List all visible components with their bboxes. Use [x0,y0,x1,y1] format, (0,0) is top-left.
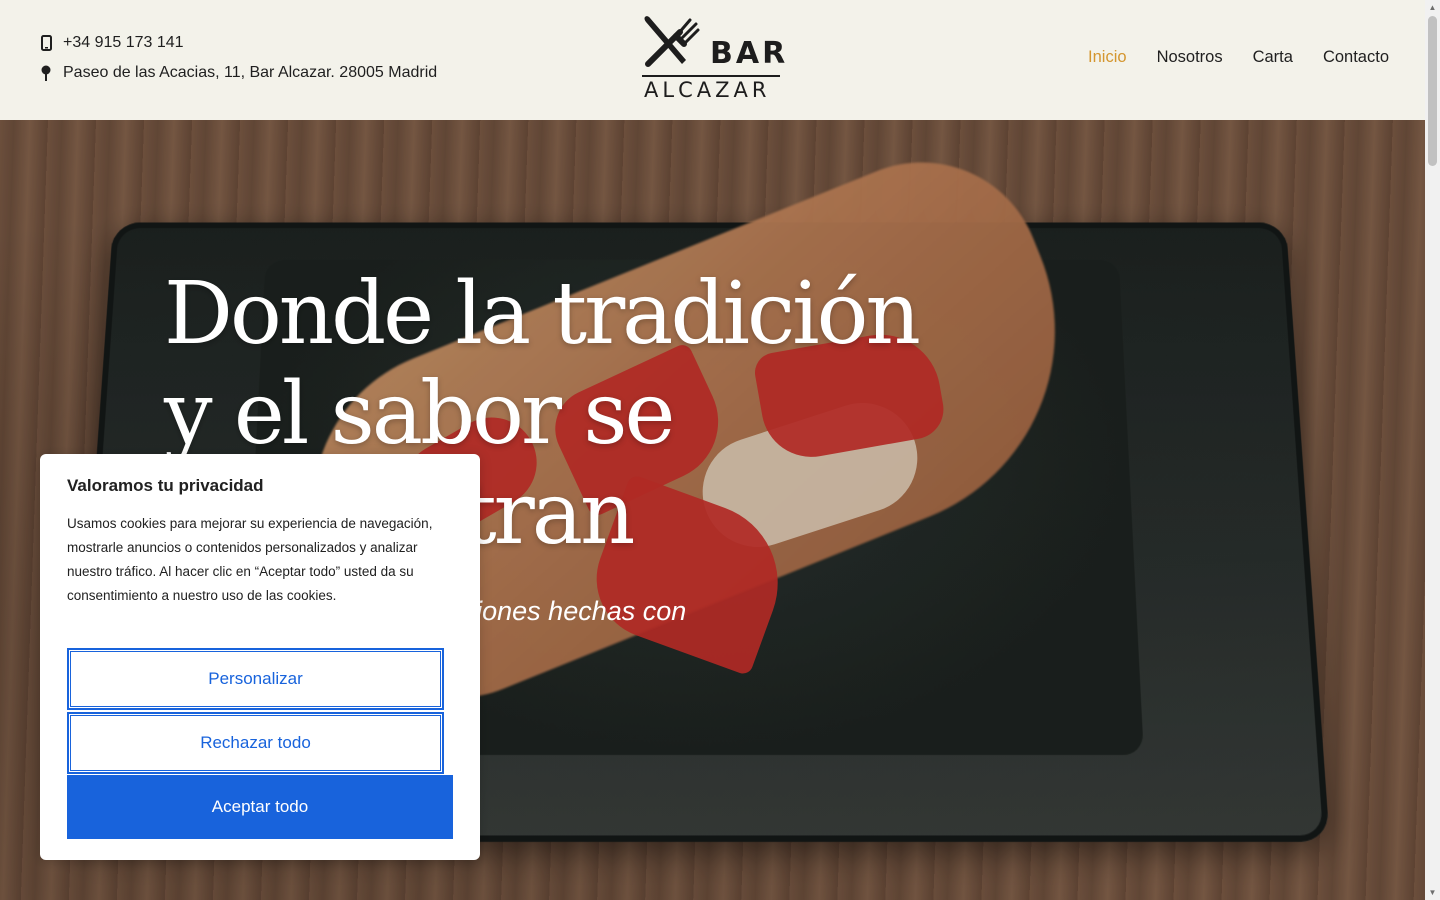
location-pin-icon [40,64,52,82]
nav-item-carta[interactable]: Carta [1253,48,1293,67]
address-text: Paseo de las Acacias, 11, Bar Alcazar. 2… [63,64,438,81]
logo-divider [642,75,780,77]
fork-knife-icon [644,16,700,67]
scrollbar-thumb[interactable] [1428,16,1437,166]
phone-number[interactable]: +34 915 173 141 [63,34,184,52]
scroll-up-arrow-icon[interactable]: ▲ [1425,0,1440,15]
address-line: Paseo de las Acacias, 11, Bar Alcazar. 2… [40,64,437,82]
cookie-title: Valoramos tu privacidad [67,476,264,495]
main-nav: Inicio Nosotros Carta Contacto [1088,48,1389,67]
accept-all-cookies-button[interactable]: Aceptar todo [67,775,453,839]
mobile-phone-icon [40,34,52,52]
scroll-down-arrow-icon[interactable]: ▼ [1425,885,1440,900]
reject-all-cookies-button[interactable]: Rechazar todo [67,712,444,774]
site-logo[interactable]: BAR ALCAZAR [640,14,785,102]
cookie-description: Usamos cookies para mejorar su experienc… [67,516,433,603]
site-header: +34 915 173 141 Paseo de las Acacias, 11… [0,0,1425,120]
logo-line2: ALCAZAR [644,78,771,102]
logo-line1: BAR [710,36,789,71]
page-scrollbar[interactable]: ▲ ▼ [1425,0,1440,900]
phone-line: +34 915 173 141 [40,34,184,52]
nav-item-nosotros[interactable]: Nosotros [1157,48,1223,67]
nav-item-inicio[interactable]: Inicio [1088,48,1127,67]
cookie-consent-banner: Valoramos tu privacidad Usamos cookies p… [40,454,480,860]
nav-item-contacto[interactable]: Contacto [1323,48,1389,67]
customize-cookies-button[interactable]: Personalizar [67,648,444,710]
